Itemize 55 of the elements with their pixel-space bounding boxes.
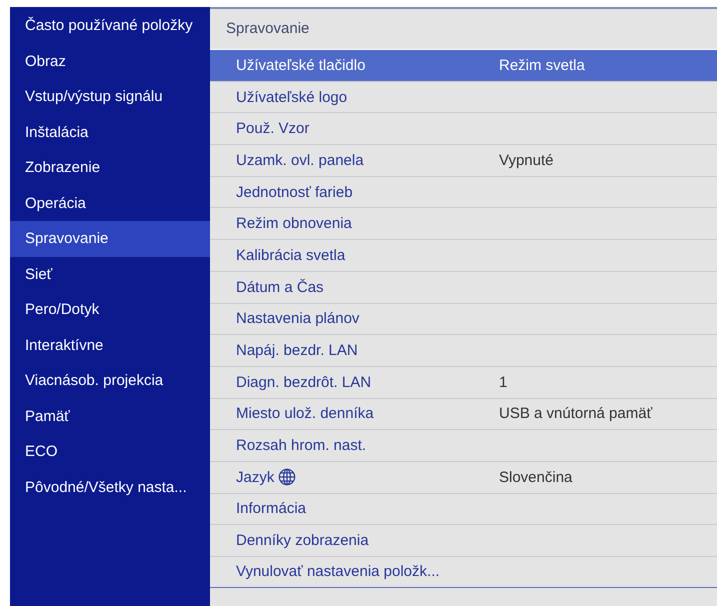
menu-label: Kalibrácia svetla	[236, 246, 346, 264]
sidebar-item[interactable]: Interaktívne	[10, 328, 210, 363]
menu-value: Vypnuté	[499, 152, 554, 169]
sidebar-item[interactable]: Sieť	[10, 256, 210, 292]
menu-row[interactable]: Miesto ulož. denníka USB a vnútorná pamäť	[210, 398, 717, 430]
menu-label: Jednotnosť farieb	[236, 184, 353, 201]
menu-value: USB a vnútorná pamäť	[499, 405, 652, 422]
panel-title: Spravovanie	[225, 19, 310, 39]
menu-row[interactable]: Napáj. bezdr. LAN	[210, 334, 717, 366]
sidebar-item[interactable]: Často používané položky	[10, 8, 210, 44]
menu-label: Užívateľské tlačidlo	[236, 56, 366, 74]
menu-value: 1	[499, 374, 508, 391]
menu-row[interactable]: Dátum a Čas	[210, 270, 717, 302]
menu-label: Diagn. bezdrôt. LAN	[236, 374, 372, 391]
menu-row[interactable]: Diagn. bezdrôt. LAN 1	[210, 366, 717, 398]
sidebar-item[interactable]: Operácia	[10, 186, 210, 221]
sidebar-item[interactable]: Vstup/výstup signálu	[10, 79, 210, 114]
menu-label: Uzamk. ovl. panela	[236, 152, 364, 169]
menu-row[interactable]: Kalibrácia svetla	[210, 239, 717, 271]
menu-row[interactable]: Rozsah hrom. nast.	[210, 429, 717, 461]
sidebar-item[interactable]: ECO	[10, 434, 210, 470]
menu-label: Dátum a Čas	[236, 278, 324, 296]
sidebar-item[interactable]: Zobrazenie	[10, 150, 210, 186]
menu-row[interactable]: Jazyk Slovenčina	[210, 460, 717, 493]
menu-row[interactable]: Informácia	[210, 492, 717, 524]
menu-row[interactable]: Užívateľské tlačidlo Režim svetla	[210, 49, 717, 81]
menu-row[interactable]: Denníky zobrazenia	[210, 524, 717, 556]
sidebar-item[interactable]: Obraz	[10, 44, 210, 79]
menu-row[interactable]: Nastavenia plánov	[210, 302, 717, 334]
sidebar-item[interactable]: Inštalácia	[10, 114, 210, 150]
menu-label: Režim obnovenia	[236, 215, 352, 232]
sidebar-item[interactable]: Pero/Dotyk	[10, 292, 210, 328]
menu-row[interactable]: Režim obnovenia	[210, 207, 717, 240]
menu-label: Informácia	[236, 500, 306, 518]
sidebar-item[interactable]: Viacnásob. projekcia	[10, 363, 210, 398]
globe-icon	[278, 468, 296, 486]
menu-row[interactable]: Použ. Vzor	[210, 112, 717, 144]
menu-label: Napáj. bezdr. LAN	[236, 342, 358, 360]
menu-row[interactable]: Užívateľské logo	[210, 80, 717, 112]
menu-row[interactable]: Vynulovať nastavenia položk...	[210, 556, 717, 588]
menu-label: Denníky zobrazenia	[236, 532, 369, 550]
menu-row[interactable]: Uzamk. ovl. panela Vypnuté	[210, 144, 717, 176]
menu-label: Miesto ulož. denníka	[236, 405, 374, 422]
menu-value: Slovenčina	[499, 468, 572, 486]
menu-label: Rozsah hrom. nast.	[236, 437, 366, 454]
menu-label: Vynulovať nastavenia položk...	[236, 563, 440, 580]
sidebar-item[interactable]: Spravovanie	[10, 221, 210, 256]
menu-row[interactable]: Jednotnosť farieb	[210, 176, 717, 208]
menu-label: Použ. Vzor	[236, 120, 310, 138]
menu-label: Jazyk	[236, 468, 274, 486]
menu-label: Užívateľské logo	[236, 88, 348, 106]
sidebar-item[interactable]: Pamäť	[10, 398, 210, 434]
sidebar-item[interactable]: Pôvodné/Všetky nasta...	[10, 470, 210, 505]
menu-value: Režim svetla	[499, 56, 585, 74]
menu-label: Nastavenia plánov	[236, 310, 360, 328]
